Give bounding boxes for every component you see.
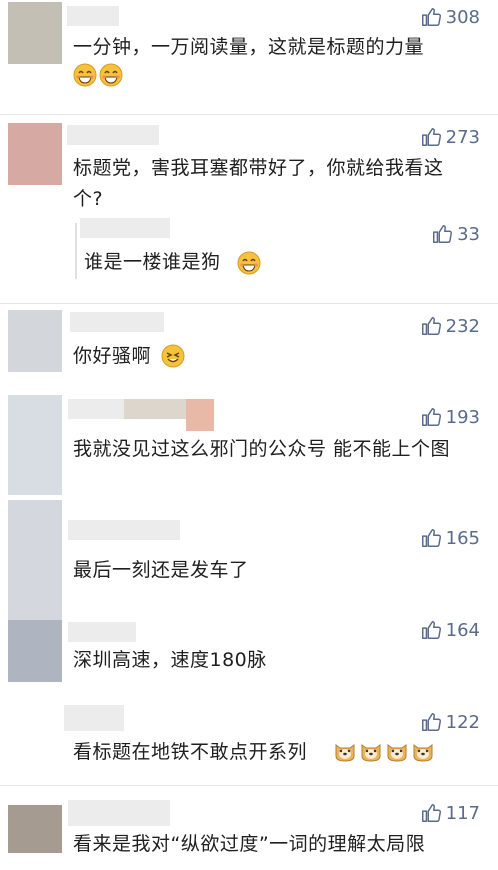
emoji-row <box>333 739 435 763</box>
grin-emoji <box>99 63 123 87</box>
comment-text: 深圳高速，速度180脉 <box>73 649 267 671</box>
thumbs-up-icon <box>421 529 441 547</box>
comment-item: 308 一分钟，一万阅读量，这就是标题的力量 <box>0 0 498 115</box>
like-count: 122 <box>445 711 480 733</box>
divider <box>0 303 498 304</box>
reply-text: 谁是一楼谁是狗 <box>84 251 221 273</box>
username-placeholder[interactable] <box>68 622 136 642</box>
like-button[interactable]: 164 <box>420 617 480 643</box>
reply-indicator <box>75 223 77 279</box>
comment-text: 看来是我对“纵欲过度”一词的理解太局限 <box>73 833 426 855</box>
wink-emoji <box>161 344 185 368</box>
thumbs-up-icon <box>421 804 441 822</box>
like-button[interactable]: 193 <box>420 404 480 430</box>
thumbs-up-icon <box>433 225 453 243</box>
username-placeholder[interactable] <box>124 399 186 419</box>
doge-emoji <box>413 744 433 762</box>
username-placeholder[interactable] <box>67 125 159 145</box>
avatar[interactable] <box>8 805 62 853</box>
grin-emoji <box>237 251 261 275</box>
avatar[interactable] <box>8 620 62 682</box>
username-placeholder[interactable] <box>67 6 119 26</box>
username-placeholder[interactable] <box>70 312 164 332</box>
thumbs-up-icon <box>421 408 441 426</box>
like-button[interactable]: 308 <box>420 4 480 30</box>
comment-text: 我就没见过这么邪门的公众号 能不能上个图 <box>73 438 451 460</box>
avatar[interactable] <box>8 500 62 620</box>
username-placeholder[interactable] <box>68 399 124 419</box>
comment-text: 你好骚啊 <box>73 345 152 367</box>
like-button[interactable]: 122 <box>420 709 480 735</box>
comment-text: 最后一刻还是发车了 <box>73 559 249 581</box>
username-placeholder[interactable] <box>68 520 180 540</box>
avatar[interactable] <box>8 2 62 64</box>
comment-text: 看标题在地铁不敢点开系列 <box>73 741 308 763</box>
comment-item: 165 最后一刻还是发车了 <box>0 500 498 620</box>
like-count: 193 <box>445 406 480 428</box>
like-count: 232 <box>445 315 480 337</box>
avatar[interactable] <box>8 123 62 185</box>
thumbs-up-icon <box>421 713 441 731</box>
comment-item: 164 深圳高速，速度180脉 <box>0 620 498 705</box>
comment-text: 一分钟，一万阅读量，这就是标题的力量 <box>73 36 425 58</box>
emoji-row <box>237 251 261 275</box>
username-placeholder[interactable] <box>64 705 124 731</box>
like-count: 273 <box>445 126 480 148</box>
like-count: 33 <box>457 223 480 245</box>
like-count: 117 <box>445 802 480 824</box>
like-count: 308 <box>445 6 480 28</box>
like-button[interactable]: 232 <box>420 313 480 339</box>
username-placeholder[interactable] <box>186 399 214 431</box>
like-count: 165 <box>445 527 480 549</box>
comment-item: 232 你好骚啊 <box>0 310 498 395</box>
comment-item: 117 看来是我对“纵欲过度”一词的理解太局限 <box>0 800 498 870</box>
emoji-row <box>73 63 123 87</box>
username-placeholder[interactable] <box>80 218 170 238</box>
comment-item: 273 标题党，害我耳塞都带好了，你就给我看这个? 33 谁是一楼谁是狗 <box>0 115 498 310</box>
emoji-row <box>161 344 185 368</box>
comment-item: 193 我就没见过这么邪门的公众号 能不能上个图 <box>0 395 498 500</box>
comment-text: 标题党，害我耳塞都带好了，你就给我看这个? <box>73 157 444 210</box>
like-button[interactable]: 165 <box>420 525 480 551</box>
avatar[interactable] <box>8 395 62 495</box>
like-button[interactable]: 117 <box>420 800 480 826</box>
doge-emoji <box>361 744 381 762</box>
like-count: 164 <box>445 619 480 641</box>
like-button[interactable]: 273 <box>420 124 480 150</box>
avatar[interactable] <box>8 310 62 372</box>
thumbs-up-icon <box>421 128 441 146</box>
thumbs-up-icon <box>421 8 441 26</box>
doge-emoji <box>387 744 407 762</box>
username-placeholder[interactable] <box>68 800 170 826</box>
doge-emoji <box>335 744 355 762</box>
thumbs-up-icon <box>421 621 441 639</box>
like-button[interactable]: 33 <box>431 221 480 247</box>
thumbs-up-icon <box>421 317 441 335</box>
divider <box>0 785 498 786</box>
grin-emoji <box>73 63 97 87</box>
